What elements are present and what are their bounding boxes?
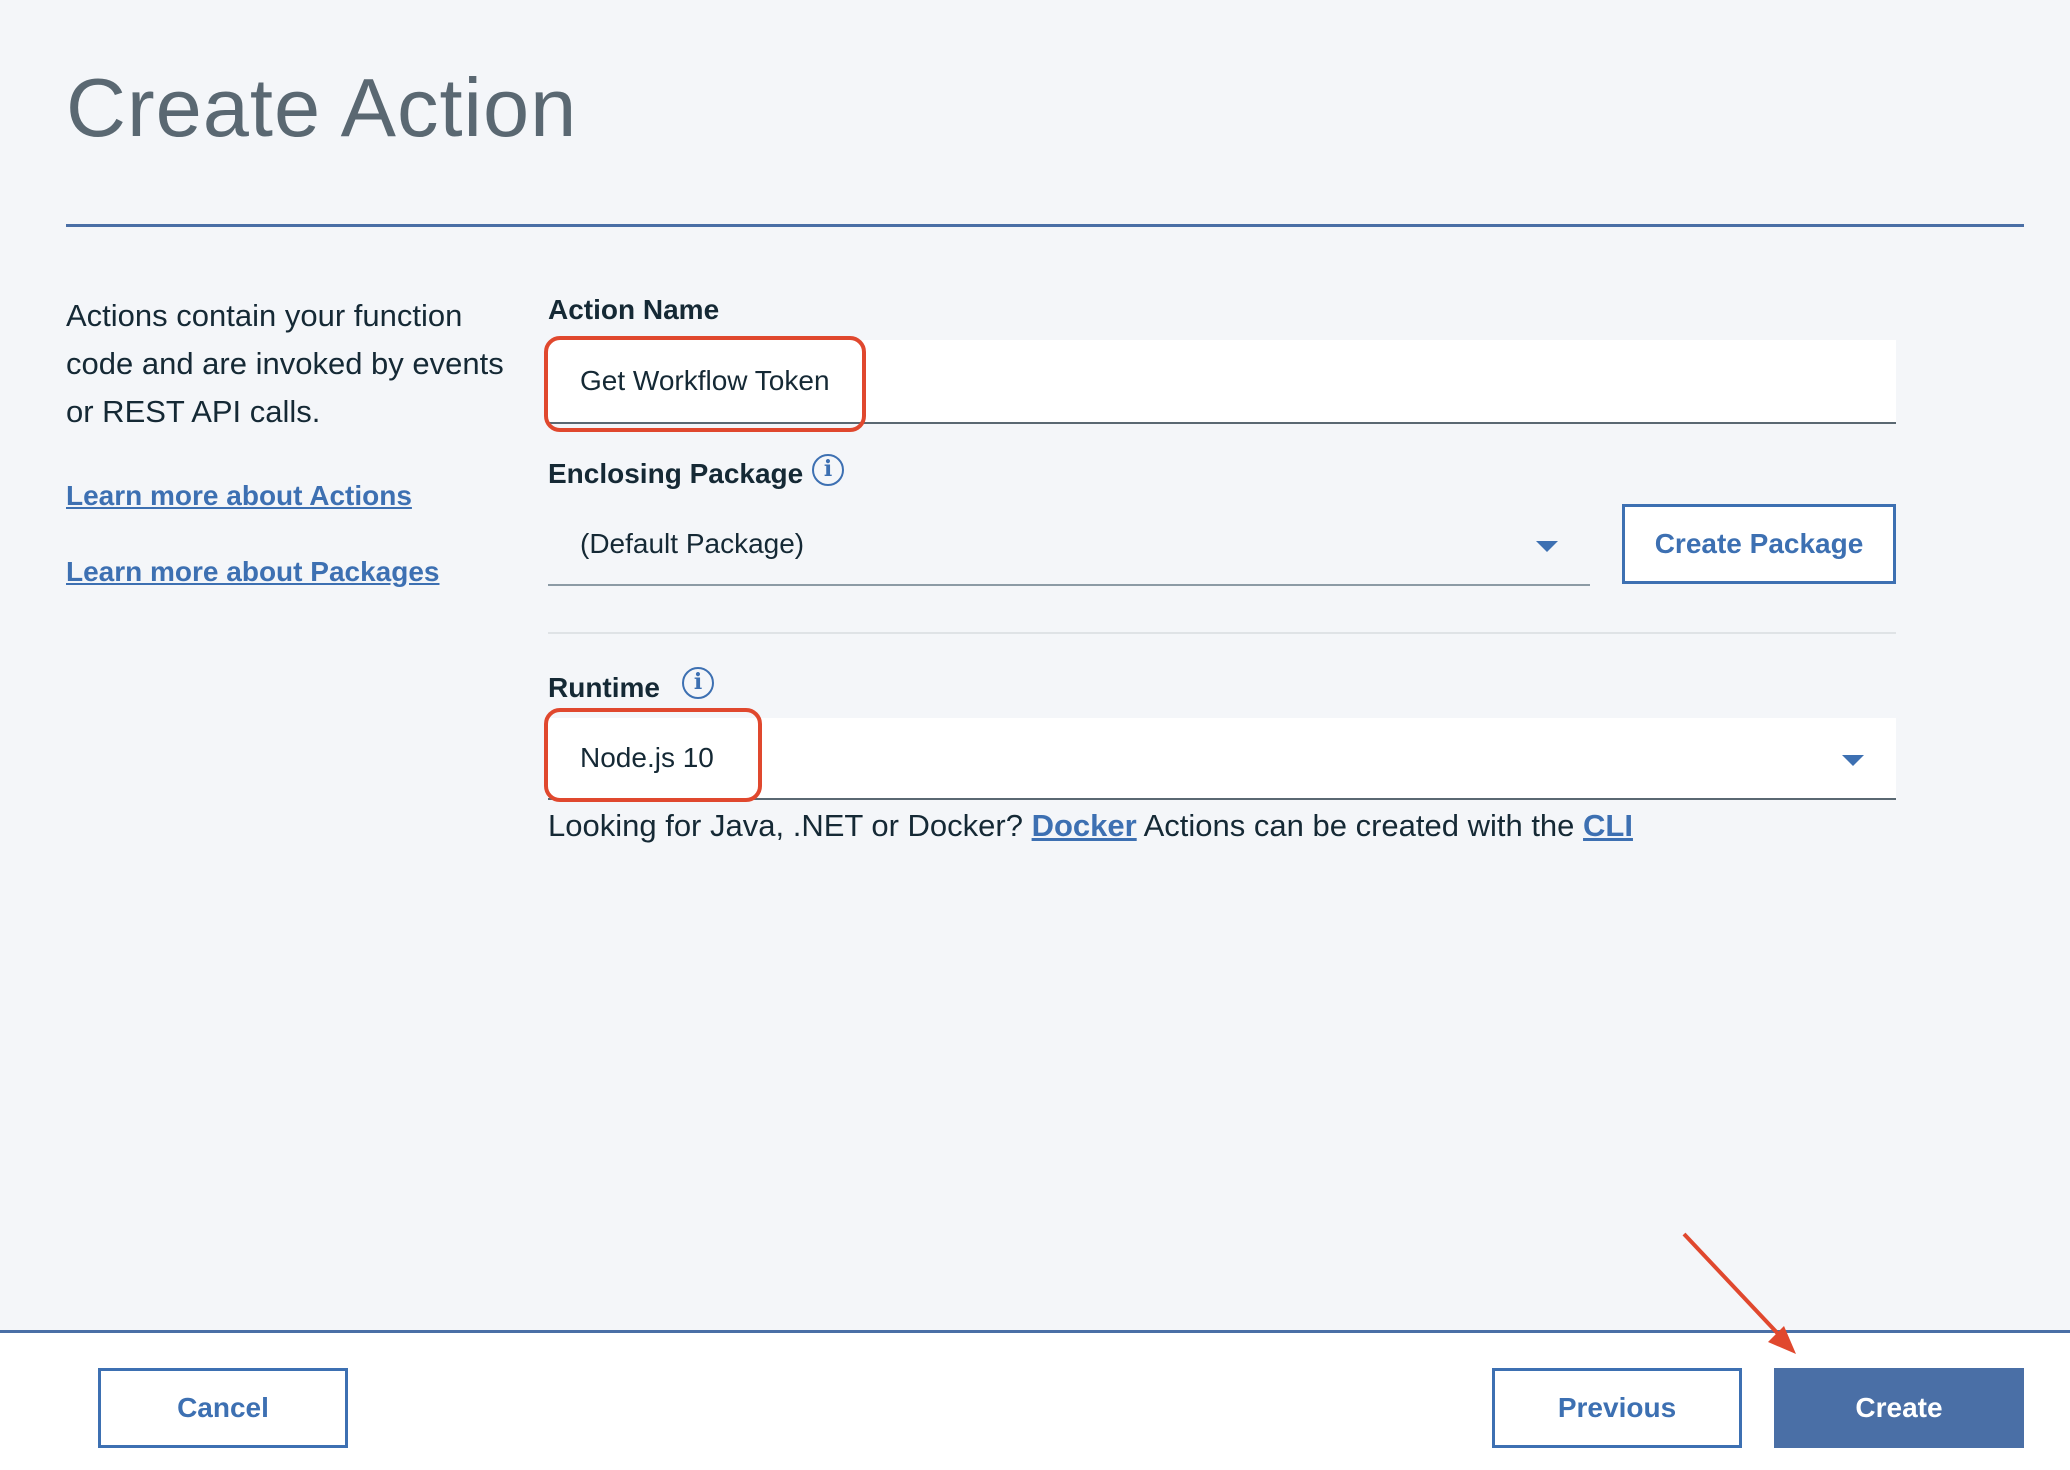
section-divider	[548, 632, 1896, 634]
action-name-label: Action Name	[548, 294, 720, 325]
caret-down-icon	[1536, 541, 1558, 552]
caret-down-icon	[1842, 755, 1864, 766]
create-button[interactable]: Create	[1774, 1368, 2024, 1448]
previous-button[interactable]: Previous	[1492, 1368, 1742, 1448]
help-prefix: Looking for Java, .NET or Docker?	[548, 808, 1032, 843]
info-icon[interactable]: i	[682, 667, 714, 699]
arrow-shaft	[1682, 1232, 1784, 1340]
enclosing-package-value: (Default Package)	[580, 528, 805, 559]
runtime-help-text: Looking for Java, .NET or Docker? Docker…	[548, 808, 1633, 844]
page-title: Create Action	[66, 61, 578, 154]
info-icon[interactable]: i	[812, 454, 844, 486]
learn-more-packages-link[interactable]: Learn more about Packages	[66, 556, 439, 588]
help-middle: Actions can be created with the	[1136, 808, 1584, 843]
docker-link[interactable]: Docker	[1032, 808, 1137, 843]
page-description: Actions contain your function code and a…	[66, 298, 504, 429]
action-name-input[interactable]: Get Workflow Token	[548, 340, 1896, 424]
create-package-button[interactable]: Create Package	[1622, 504, 1896, 584]
runtime-select[interactable]: Node.js 10	[548, 718, 1896, 800]
runtime-label: Runtime	[548, 672, 660, 703]
runtime-value: Node.js 10	[580, 742, 714, 773]
enclosing-package-select[interactable]: (Default Package)	[548, 504, 1590, 586]
enclosing-package-label: Enclosing Package	[548, 458, 804, 489]
create-action-page: Create Action Actions contain your funct…	[0, 0, 2070, 1470]
title-divider	[66, 224, 2024, 227]
learn-more-actions-link[interactable]: Learn more about Actions	[66, 480, 412, 512]
footer-bar: Cancel Previous Create	[0, 1330, 2070, 1470]
action-name-value: Get Workflow Token	[580, 365, 830, 396]
cancel-button[interactable]: Cancel	[98, 1368, 348, 1448]
cli-link[interactable]: CLI	[1583, 808, 1633, 843]
